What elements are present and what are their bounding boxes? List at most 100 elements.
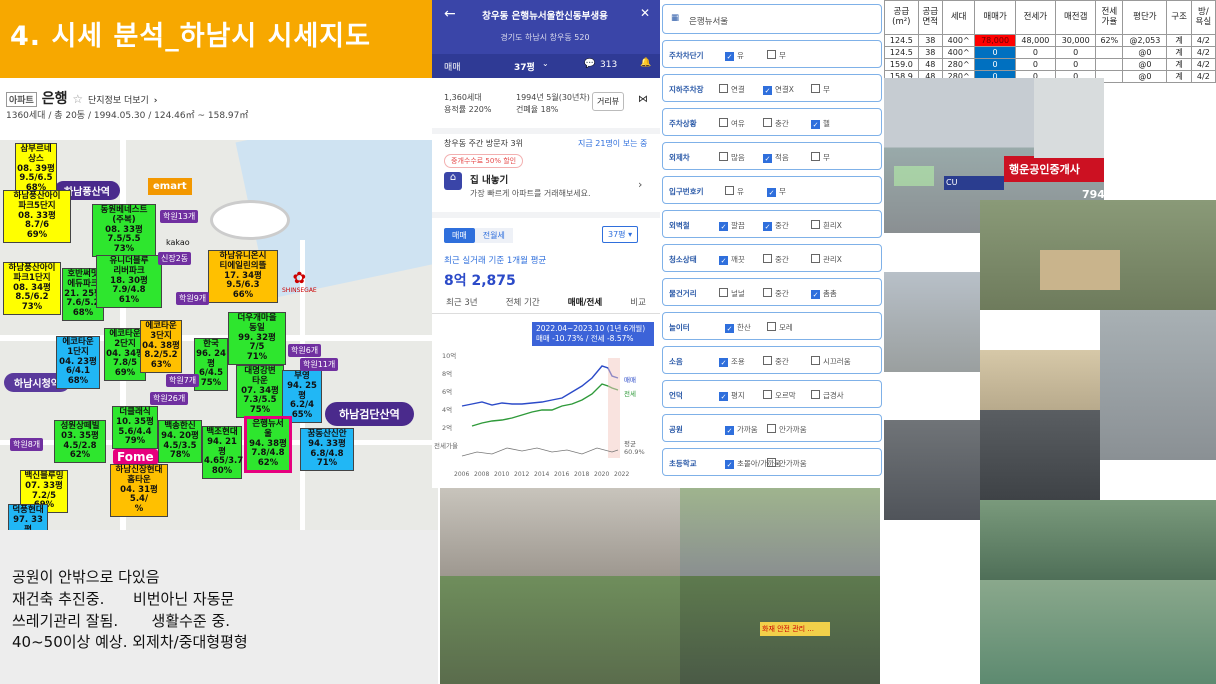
checkbox-icon[interactable] bbox=[811, 220, 820, 229]
check-option[interactable]: ✓ 조용 bbox=[719, 356, 745, 367]
checkbox-icon[interactable] bbox=[811, 254, 820, 263]
apt-label[interactable]: 에코타운 1단지 04. 23평 6/4.1 68% bbox=[56, 336, 100, 389]
chevron-right-icon[interactable]: › bbox=[638, 178, 642, 191]
check-option[interactable]: 안가까움 bbox=[767, 424, 807, 435]
checkbox-icon[interactable]: ✓ bbox=[763, 86, 772, 95]
bell-icon[interactable]: 🔔 bbox=[640, 58, 651, 68]
check-option[interactable]: 널널 bbox=[719, 288, 745, 299]
check-option[interactable]: 관리X bbox=[811, 254, 842, 265]
checkbox-icon[interactable] bbox=[767, 424, 776, 433]
check-option[interactable]: 중간 bbox=[763, 254, 789, 265]
check-option[interactable]: 연결 bbox=[719, 84, 745, 95]
sell-title[interactable]: 집 내놓기 bbox=[470, 172, 508, 186]
apt-label[interactable]: 꿈동산신안 94. 33평 6.8/4.8 71% bbox=[300, 428, 354, 472]
checkbox-icon[interactable] bbox=[811, 390, 820, 399]
tab-rent[interactable]: 전월세 bbox=[474, 228, 513, 243]
apt-label[interactable]: 백송한신 94. 20평 4.5/3.5 78% bbox=[158, 420, 202, 464]
academy-pin[interactable]: 학원9개 bbox=[176, 292, 210, 305]
check-option[interactable]: ✓ 무 bbox=[767, 186, 786, 197]
academy-pin[interactable]: 학원26개 bbox=[150, 392, 189, 405]
apt-label[interactable]: 부영 94. 25평 6.2/4 65% bbox=[282, 370, 322, 423]
check-option[interactable]: ✓ 깨끗 bbox=[719, 254, 745, 265]
apt-label[interactable]: 하남유니온시 티에일린의뜰 17. 34평 9.5/6.3 66% bbox=[208, 250, 278, 303]
check-option[interactable]: 많음 bbox=[719, 152, 745, 163]
checkbox-icon[interactable] bbox=[763, 254, 772, 263]
close-icon[interactable]: ✕ bbox=[640, 6, 650, 20]
check-option[interactable]: 중간 bbox=[763, 288, 789, 299]
checkbox-icon[interactable]: ✓ bbox=[811, 290, 820, 299]
check-option[interactable]: 충간 bbox=[763, 118, 789, 129]
checkbox-icon[interactable] bbox=[811, 356, 820, 365]
apt-label[interactable]: 성원상떼빌 03. 35평 4.5/2.8 62% bbox=[54, 420, 106, 464]
apt-label[interactable]: 하남신장현대 홈타운 04. 31평 5.4/% bbox=[110, 464, 168, 517]
checkbox-icon[interactable] bbox=[719, 118, 728, 127]
district-pin[interactable]: 신장2동 bbox=[158, 252, 192, 265]
price-chart[interactable]: 10억 8억 6억 4억 2억 전세가율 매매 전세 평균 60.9% 2006… bbox=[432, 348, 660, 488]
more-info-link[interactable]: 단지정보 더보기 bbox=[88, 96, 149, 106]
check-option[interactable]: ✓ 한산 bbox=[725, 322, 751, 333]
check-option[interactable]: ✓ 촘촘 bbox=[811, 288, 837, 299]
star-icon[interactable]: ☆ bbox=[72, 92, 83, 106]
check-option[interactable]: 무 bbox=[767, 50, 786, 61]
check-option[interactable]: 급경사 bbox=[811, 390, 844, 401]
check-option[interactable]: ✓ 깔끔 bbox=[719, 220, 745, 231]
checkbox-icon[interactable] bbox=[811, 152, 820, 161]
check-option[interactable]: 여유 bbox=[719, 118, 745, 129]
checkbox-icon[interactable] bbox=[763, 356, 772, 365]
checkbox-icon[interactable]: ✓ bbox=[811, 120, 820, 129]
checkbox-icon[interactable]: ✓ bbox=[719, 256, 728, 265]
checkbox-icon[interactable]: ✓ bbox=[725, 324, 734, 333]
apt-label[interactable]: 하남풍산아이 파크5단지 08. 33평 8.7/6 69% bbox=[3, 190, 71, 243]
check-option[interactable]: ✓ 가까움 bbox=[725, 424, 758, 435]
check-option[interactable]: ✓ 평지 bbox=[719, 390, 745, 401]
check-option[interactable]: ✓ 유 bbox=[725, 50, 744, 61]
checkbox-icon[interactable] bbox=[719, 288, 728, 297]
back-arrow-icon[interactable]: ← bbox=[444, 6, 456, 22]
size-dropdown[interactable]: 37평 ▾ bbox=[602, 226, 639, 243]
apt-label[interactable]: 동원베네스트 (주복) 08. 33평 7.5/5.5 73% bbox=[92, 204, 156, 257]
check-option[interactable]: ✓ 적음 bbox=[763, 152, 789, 163]
comment-icon[interactable]: 💬 bbox=[584, 59, 595, 69]
apt-label[interactable]: 에코타운 3단지 04. 38평 8.2/5.2 63% bbox=[140, 320, 182, 373]
live-viewers[interactable]: 지금 21명이 보는 중 bbox=[578, 138, 647, 149]
check-option[interactable]: 유 bbox=[725, 186, 744, 197]
size-selector[interactable]: 37평 bbox=[514, 60, 535, 73]
checkbox-icon[interactable] bbox=[725, 186, 734, 195]
period-tab[interactable]: 최근 3년 bbox=[446, 296, 478, 308]
check-option[interactable]: 중간 bbox=[763, 356, 789, 367]
check-option[interactable]: ✓ 연결X bbox=[763, 84, 794, 95]
apt-label[interactable]: 백조현대 94. 21평 4.65/3.7 80% bbox=[202, 426, 243, 479]
academy-pin[interactable]: 학원7개 bbox=[166, 374, 200, 387]
apt-label[interactable]: 하남풍산아이 파크1단지 08. 34평 8.5/6.2 73% bbox=[3, 262, 61, 315]
street-view-button[interactable]: 거리뷰 bbox=[592, 92, 625, 111]
academy-pin[interactable]: 학원8개 bbox=[10, 438, 44, 451]
checkbox-icon[interactable]: ✓ bbox=[719, 222, 728, 231]
apt-label[interactable]: 대명강변 타운 07. 34평 7.3/5.5 75% bbox=[236, 365, 284, 418]
checkbox-icon[interactable]: ✓ bbox=[725, 426, 734, 435]
checkbox-icon[interactable] bbox=[767, 322, 776, 331]
checkbox-icon[interactable] bbox=[763, 390, 772, 399]
checkbox-icon[interactable] bbox=[719, 84, 728, 93]
check-option[interactable]: 안가까움 bbox=[767, 458, 807, 469]
academy-pin[interactable]: 학원13개 bbox=[160, 210, 199, 223]
checkbox-icon[interactable] bbox=[811, 84, 820, 93]
checkbox-icon[interactable]: ✓ bbox=[767, 188, 776, 197]
checkbox-icon[interactable] bbox=[767, 50, 776, 59]
apt-label[interactable]: 삼부르네상스 08. 39평 9.5/6.5 68% bbox=[15, 143, 57, 196]
share-icon[interactable]: ⋈ bbox=[638, 94, 648, 105]
academy-pin[interactable]: 학원6개 bbox=[288, 344, 322, 357]
checkbox-icon[interactable]: ✓ bbox=[719, 358, 728, 367]
checkbox-icon[interactable]: ✓ bbox=[719, 392, 728, 401]
period-tab-active[interactable]: 매매/전세 bbox=[568, 296, 602, 308]
check-option[interactable]: 모레 bbox=[767, 322, 793, 333]
apt-label[interactable]: 유니더블루 리버파크 18. 30평 7.9/4.8 61% bbox=[96, 255, 162, 308]
apt-label[interactable]: 덕풍현대 97. 33평 bbox=[8, 504, 48, 530]
check-option[interactable]: 무 bbox=[811, 84, 830, 95]
check-option[interactable]: 흰리X bbox=[811, 220, 842, 231]
checkbox-icon[interactable]: ✓ bbox=[763, 154, 772, 163]
apt-label-target[interactable]: 은행뉴서 울 94. 38평 7.8/4.8 62% bbox=[244, 416, 292, 473]
checkbox-icon[interactable]: ✓ bbox=[725, 460, 734, 469]
apt-label[interactable]: 더클래식 10. 35평 5.6/4.4 79% bbox=[112, 406, 158, 450]
trade-type-tab[interactable]: 매매 bbox=[444, 60, 461, 73]
apt-label[interactable]: 한국 96. 24평 6/4.5 75% bbox=[194, 338, 228, 391]
